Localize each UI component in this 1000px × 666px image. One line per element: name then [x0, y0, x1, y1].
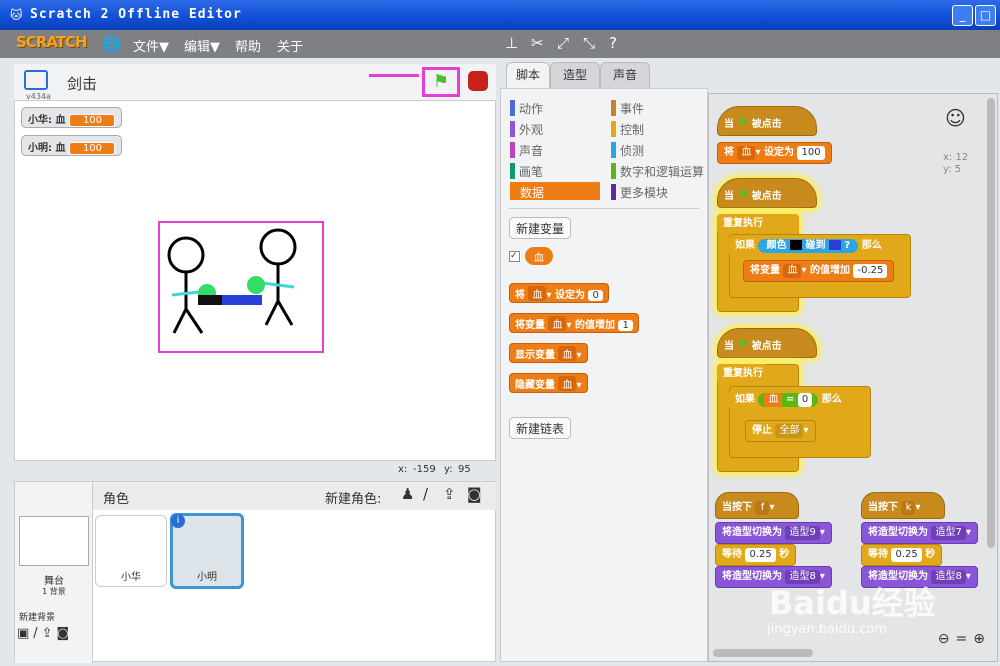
maximize-button[interactable]: □ — [975, 5, 996, 26]
menu-edit[interactable]: 编辑▼ — [184, 36, 220, 55]
when-flag-clicked-hat-2[interactable]: 当 ⚑ 被点击 — [717, 178, 817, 208]
stage-thumbnail[interactable] — [19, 516, 89, 566]
backdrop-tools-icon[interactable]: ▣/⇪◙ — [17, 626, 73, 641]
camera-icon[interactable]: ◙ — [467, 485, 482, 503]
new-variable-button[interactable]: 新建变量 — [509, 217, 572, 239]
duplicate-stamp-icon[interactable]: ⊥ — [505, 34, 518, 52]
block-palette: 动作 事件 外观 控制 声音 侦测 画笔 数字和逻辑运算 数据 更多模块 新建变… — [500, 88, 708, 662]
category-pen[interactable]: 画笔 — [510, 163, 543, 180]
sprite-thumb-xiaohua[interactable]: 小华 — [95, 515, 167, 587]
sprites-drawing — [158, 221, 324, 353]
xiaohua-head — [167, 236, 205, 274]
app-icon: 🐱 — [10, 8, 23, 22]
window-title: Scratch 2 Offline Editor — [30, 7, 242, 22]
sprite-header: 角色 新建角色: ♟ / ⇪ ◙ — [93, 482, 496, 510]
project-title[interactable]: 剑击 — [67, 73, 97, 94]
stage-header: v434a 剑击 ⚑ — [14, 64, 496, 101]
when-key-f-hat[interactable]: 当按下 f ▾ — [715, 492, 799, 519]
set-blood-block[interactable]: 将 血 ▾ 设定为 100 — [717, 142, 832, 164]
wait-block-2[interactable]: 等待 0.25 秒 — [861, 544, 943, 566]
horizontal-scrollbar[interactable] — [713, 649, 813, 657]
sprite-pane: 舞台 1 背景 新建背景 ▣/⇪◙ 角色 新建角色: ♟ / ⇪ ◙ 小华 i … — [14, 481, 496, 663]
stage-canvas[interactable]: 小华: 血 100 小明: 血 100 — [14, 100, 496, 461]
variable-reporter[interactable]: 血 — [525, 247, 553, 265]
show-variable-block[interactable]: 显示变量 血 ▾ — [509, 343, 588, 363]
scripts-area[interactable]: 当 ⚑ 被点击 将 血 ▾ 设定为 100 当 ⚑ 被点击 重复执行 如果 颜色 碰到 ?… — [708, 93, 998, 662]
category-data[interactable]: 数据 — [510, 182, 600, 200]
change-variable-block[interactable]: 将变量 血 ▾ 的值增加 1 — [509, 313, 639, 333]
new-list-button[interactable]: 新建链表 — [509, 417, 572, 439]
menu-help[interactable]: 帮助 — [235, 36, 261, 55]
green-flag-icon[interactable]: ⚑ — [422, 67, 460, 97]
equals-operator[interactable]: 血 = 0 — [758, 393, 819, 407]
zoom-controls[interactable]: ⊖=⊕ — [938, 631, 991, 647]
monitor-xiaohua: 小华: 血 100 — [21, 107, 123, 128]
sprite-library-icon[interactable]: ♟ — [401, 485, 414, 503]
stop-icon[interactable] — [468, 71, 488, 91]
annotation-arrow — [369, 74, 419, 77]
stop-all-block[interactable]: 停止 全部 ▾ — [745, 420, 816, 442]
category-control[interactable]: 控制 — [611, 121, 644, 138]
minimize-button[interactable]: _ — [952, 5, 973, 26]
title-bar: 🐱 Scratch 2 Offline Editor _ □ — [0, 0, 1000, 30]
menu-file[interactable]: 文件▼ — [133, 36, 169, 55]
category-motion[interactable]: 动作 — [510, 100, 543, 117]
category-events[interactable]: 事件 — [611, 100, 644, 117]
change-blood-block[interactable]: 将变量 血 ▾ 的值增加 -0.25 — [743, 260, 895, 282]
paint-icon[interactable]: / — [423, 485, 428, 503]
set-variable-block[interactable]: 将 血 ▾ 设定为 0 — [509, 283, 609, 303]
menu-about[interactable]: 关于 — [277, 36, 303, 55]
xiaoming-shield — [247, 276, 265, 294]
switch-costume-7-block[interactable]: 将造型切换为 造型7 ▾ — [861, 522, 978, 544]
sprite-thumb-xiaoming[interactable]: i 小明 — [170, 513, 244, 589]
category-sound[interactable]: 声音 — [510, 142, 543, 159]
category-operators[interactable]: 数字和逻辑运算 — [611, 163, 704, 180]
stage-column: 舞台 1 背景 新建背景 ▣/⇪◙ — [15, 482, 93, 663]
sword-black — [198, 295, 222, 305]
tab-sounds[interactable]: 声音 — [600, 62, 650, 88]
tab-costumes[interactable]: 造型 — [550, 62, 600, 88]
globe-icon[interactable]: 🌐 — [102, 35, 121, 53]
tab-scripts[interactable]: 脚本 — [506, 62, 550, 88]
shrink-icon[interactable]: ⤡ — [583, 34, 595, 52]
when-key-k-hat[interactable]: 当按下 k ▾ — [861, 492, 945, 519]
scratch-logo[interactable]: SCRATCH — [16, 33, 88, 51]
touching-color-sensing[interactable]: 颜色 碰到 ? — [758, 239, 859, 253]
when-flag-clicked-hat[interactable]: 当 ⚑ 被点击 — [717, 106, 817, 136]
when-flag-clicked-hat-3[interactable]: 当 ⚑ 被点击 — [717, 328, 817, 358]
fullscreen-icon[interactable] — [24, 70, 48, 90]
highlight-box — [158, 221, 324, 353]
category-looks[interactable]: 外观 — [510, 121, 543, 138]
info-icon[interactable]: i — [171, 514, 185, 528]
watermark-url: jingyan.baidu.com — [767, 622, 887, 637]
switch-costume-9-block[interactable]: 将造型切换为 造型9 ▾ — [715, 522, 832, 544]
help-icon[interactable]: ? — [609, 34, 617, 52]
watermark-logo: Baidu经验 — [769, 584, 936, 622]
variable-checkbox[interactable]: ✓ — [509, 251, 520, 262]
vertical-scrollbar[interactable] — [987, 98, 995, 548]
sword-blue — [218, 295, 262, 305]
xiaoming-head — [259, 228, 297, 266]
upload-icon[interactable]: ⇪ — [443, 485, 456, 503]
current-sprite-icon: ☺ — [945, 106, 966, 130]
category-more-blocks[interactable]: 更多模块 — [611, 184, 668, 201]
menu-bar: SCRATCH 🌐 文件▼ 编辑▼ 帮助 关于 ⊥ ✂ ⤢ ⤡ ? — [0, 30, 1000, 58]
hide-variable-block[interactable]: 隐藏变量 血 ▾ — [509, 373, 588, 393]
category-sensing[interactable]: 侦测 — [611, 142, 644, 159]
monitor-xiaoming: 小明: 血 100 — [21, 135, 123, 156]
grow-icon[interactable]: ⤢ — [557, 34, 569, 52]
coords-bar: x: -159 y: 95 — [14, 461, 496, 479]
wait-block[interactable]: 等待 0.25 秒 — [715, 544, 797, 566]
delete-cut-icon[interactable]: ✂ — [531, 34, 544, 52]
